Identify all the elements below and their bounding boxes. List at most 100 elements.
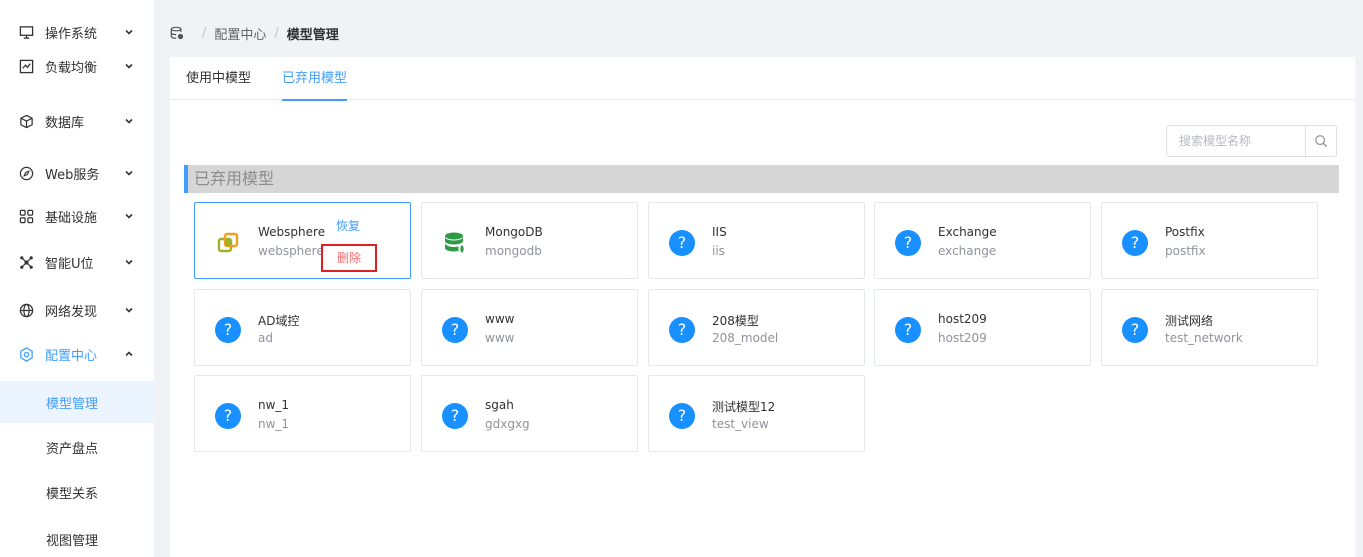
model-name: 208模型	[712, 314, 759, 328]
breadcrumb-separator: /	[274, 25, 279, 41]
tab-deprecated-models[interactable]: 已弃用模型	[282, 57, 348, 101]
sidebar-item-label: 负载均衡	[45, 60, 98, 76]
search-icon[interactable]	[1305, 126, 1336, 156]
question-icon: ?	[215, 317, 241, 343]
sidebar-sub-item-model-relations[interactable]: 模型关系	[0, 471, 154, 513]
model-card-ad[interactable]: ? AD域控 ad	[194, 289, 411, 366]
model-code: 208_model	[712, 331, 779, 345]
model-code: exchange	[938, 244, 997, 258]
sidebar-item-smart-u[interactable]: 智能U位	[0, 238, 154, 286]
chevron-down-icon	[124, 168, 134, 178]
model-card-postfix[interactable]: ? Postfix postfix	[1101, 202, 1318, 279]
model-card-www[interactable]: ? www www	[421, 289, 638, 366]
chevron-down-icon	[124, 61, 134, 71]
sidebar-sub-item-label: 模型管理	[46, 396, 99, 412]
sidebar-item-label: Web服务	[45, 167, 100, 183]
model-code: websphere	[258, 244, 324, 258]
model-name: www	[485, 312, 515, 326]
question-icon: ?	[442, 317, 468, 343]
breadcrumb-current: 模型管理	[286, 27, 339, 43]
question-icon: ?	[215, 403, 241, 429]
model-name: IIS	[712, 225, 727, 239]
model-code: ad	[258, 331, 273, 345]
sidebar-sub-item-label: 资产盘点	[46, 441, 99, 457]
chevron-down-icon	[124, 305, 134, 315]
breadcrumb-parent[interactable]: 配置中心	[214, 24, 266, 43]
model-code: test_view	[712, 417, 769, 431]
sidebar-sub-item-label: 模型关系	[46, 486, 99, 502]
question-icon: ?	[669, 403, 695, 429]
sidebar-item-infrastructure[interactable]: 基础设施	[0, 192, 154, 240]
sidebar: 操作系统 负载均衡 数据库 Web服务 基础设施 智能U位 网络发现 配置中心 …	[0, 0, 154, 557]
tab-in-use-models[interactable]: 使用中模型	[186, 57, 251, 100]
model-name: Exchange	[938, 225, 997, 239]
chevron-down-icon	[124, 257, 134, 267]
sidebar-item-database[interactable]: 数据库	[0, 97, 154, 145]
sidebar-item-label: 配置中心	[45, 348, 98, 364]
database-icon[interactable]	[170, 26, 184, 40]
breadcrumb-separator: /	[202, 25, 207, 41]
sidebar-item-network-discovery[interactable]: 网络发现	[0, 286, 154, 334]
sidebar-item-config-center[interactable]: 配置中心	[0, 330, 154, 378]
sidebar-sub-item-view-management[interactable]: 视图管理	[0, 518, 154, 557]
question-icon: ?	[669, 317, 695, 343]
search-box	[1166, 125, 1337, 157]
model-name: 测试模型12	[712, 400, 776, 414]
question-icon: ?	[442, 403, 468, 429]
model-card-208-model[interactable]: ? 208模型 208_model	[648, 289, 865, 366]
chevron-down-icon	[124, 27, 134, 37]
model-name: Websphere	[258, 225, 326, 239]
sidebar-sub-item-label: 视图管理	[46, 533, 99, 549]
model-name: MongoDB	[485, 225, 543, 239]
mongodb-icon	[442, 230, 468, 256]
model-card-test-network[interactable]: ? 测试网络 test_network	[1101, 289, 1318, 366]
model-card-test-view[interactable]: ? 测试模型12 test_view	[648, 375, 865, 452]
model-code: host209	[938, 331, 987, 345]
question-icon: ?	[895, 230, 921, 256]
globe-icon	[18, 302, 34, 318]
delete-button[interactable]: 删除	[321, 244, 377, 272]
sidebar-item-label: 智能U位	[45, 256, 94, 272]
compass-icon	[18, 165, 34, 181]
sidebar-sub-item-model-management[interactable]: 模型管理	[0, 381, 154, 423]
chevron-down-icon	[124, 116, 134, 126]
chevron-up-icon	[124, 349, 134, 359]
model-code: postfix	[1165, 244, 1206, 258]
model-code: www	[485, 331, 515, 345]
cube-icon	[18, 113, 34, 129]
model-card-websphere[interactable]: Websphere websphere 恢复 删除	[194, 202, 411, 279]
section-accent	[184, 165, 188, 193]
model-code: gdxgxg	[485, 417, 530, 431]
cluster-icon	[18, 254, 34, 270]
question-icon: ?	[669, 230, 695, 256]
websphere-icon	[215, 230, 241, 256]
sidebar-item-label: 数据库	[45, 115, 85, 131]
breadcrumb: / 配置中心 / 模型管理	[170, 18, 339, 48]
model-card-mongodb[interactable]: MongoDB mongodb	[421, 202, 638, 279]
question-icon: ?	[1122, 230, 1148, 256]
main-panel: 使用中模型 已弃用模型 已弃用模型 Websphere websphere 恢复…	[170, 57, 1355, 557]
section-header: 已弃用模型	[184, 165, 1339, 193]
model-card-nw-1[interactable]: ? nw_1 nw_1	[194, 375, 411, 452]
question-icon: ?	[895, 317, 921, 343]
line-chart-icon	[18, 58, 34, 74]
tab-bar: 使用中模型 已弃用模型	[170, 57, 1355, 101]
model-name: sgah	[485, 398, 514, 412]
model-card-exchange[interactable]: ? Exchange exchange	[874, 202, 1091, 279]
model-card-host209[interactable]: ? host209 host209	[874, 289, 1091, 366]
model-code: mongodb	[485, 244, 542, 258]
sidebar-item-web-service[interactable]: Web服务	[0, 149, 154, 197]
settings-icon	[18, 346, 34, 362]
model-name: 测试网络	[1165, 314, 1214, 328]
model-code: iis	[712, 244, 725, 258]
model-name: AD域控	[258, 314, 300, 328]
model-card-sgah[interactable]: ? sgah gdxgxg	[421, 375, 638, 452]
sidebar-item-load-balance[interactable]: 负载均衡	[0, 42, 154, 90]
sidebar-sub-item-asset-inventory[interactable]: 资产盘点	[0, 426, 154, 468]
sidebar-item-label: 操作系统	[45, 26, 98, 42]
search-input[interactable]	[1167, 126, 1305, 156]
restore-button[interactable]: 恢复	[336, 217, 360, 234]
model-card-iis[interactable]: ? IIS iis	[648, 202, 865, 279]
chevron-down-icon	[124, 211, 134, 221]
model-code: test_network	[1165, 331, 1243, 345]
